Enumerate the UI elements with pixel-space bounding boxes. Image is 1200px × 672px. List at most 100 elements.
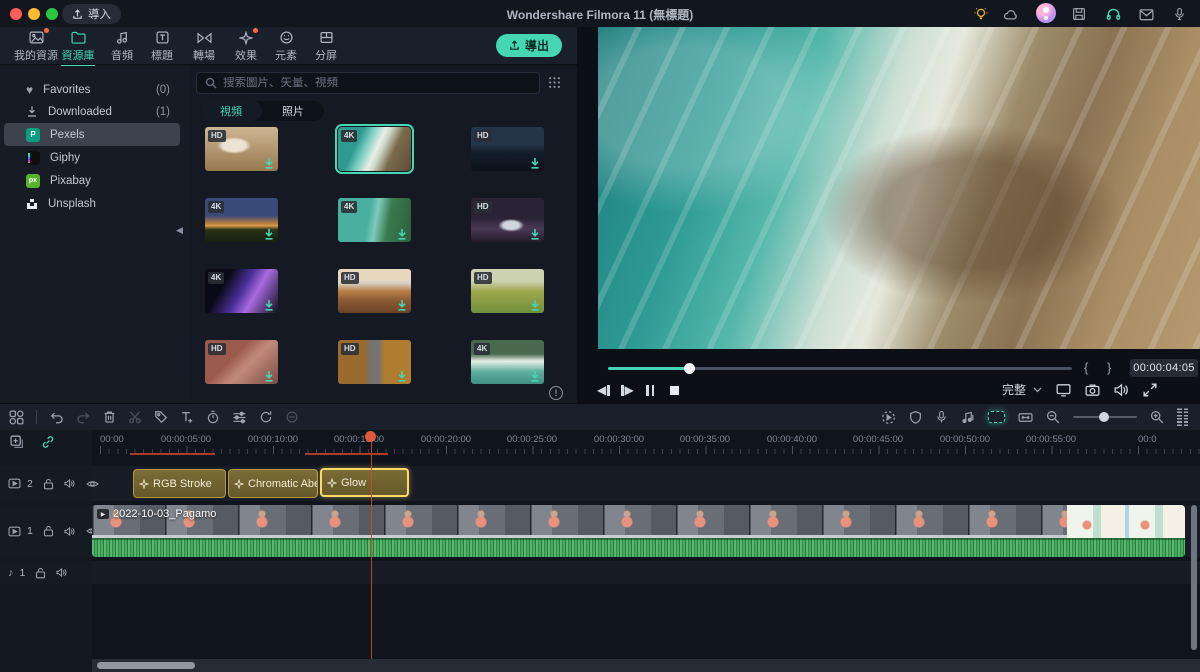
snapshot-camera-icon[interactable] — [1085, 383, 1100, 397]
stock-thumbnail-selected[interactable]: 4K — [338, 127, 411, 171]
sidebar-item-pexels[interactable]: P Pexels — [4, 123, 180, 146]
lock-icon[interactable] — [43, 478, 54, 490]
mute-speaker-icon[interactable] — [64, 478, 76, 489]
stock-thumbnail[interactable]: 4K — [205, 269, 278, 313]
tab-stock-media[interactable]: 資源庫 — [56, 30, 100, 64]
collapse-sidebar-arrow[interactable]: ◀ — [176, 225, 183, 236]
media-layout-icon[interactable] — [9, 410, 24, 425]
tab-split-screen[interactable]: 分屏 — [308, 30, 344, 64]
stock-thumbnail[interactable]: HD — [471, 127, 544, 171]
stock-thumbnail[interactable]: HD — [471, 269, 544, 313]
audio-mixer-icon[interactable] — [961, 410, 975, 424]
undo-icon[interactable] — [49, 411, 64, 424]
download-arrow-icon[interactable] — [264, 300, 274, 311]
render-preview-icon[interactable] — [881, 410, 896, 425]
link-clips-icon[interactable] — [41, 435, 55, 449]
timeline-ruler[interactable]: 00:00 00:00:05:00 00:00:10:00 00:00:15:0… — [92, 430, 1200, 455]
stock-thumbnail[interactable]: 4K — [205, 198, 278, 242]
mark-in-icon[interactable]: { — [1084, 360, 1088, 375]
fit-timeline-icon[interactable] — [1018, 411, 1033, 424]
download-arrow-icon[interactable] — [530, 158, 540, 169]
mute-speaker-icon[interactable] — [56, 567, 68, 578]
pause-button[interactable] — [646, 381, 654, 399]
mute-speaker-icon[interactable] — [64, 526, 76, 537]
stock-thumbnail[interactable]: 4K — [471, 340, 544, 384]
tab-videos[interactable]: 視頻 — [200, 101, 262, 121]
chroma-key-icon[interactable] — [285, 410, 299, 424]
speed-timer-icon[interactable] — [206, 410, 220, 424]
delete-trash-icon[interactable] — [103, 410, 116, 424]
adjust-sliders-icon[interactable] — [232, 411, 247, 424]
tab-transitions[interactable]: 轉場 — [186, 30, 222, 64]
tab-photos[interactable]: 照片 — [262, 101, 324, 121]
previous-frame-button[interactable]: ◀ — [597, 381, 610, 399]
timeline-zoom-slider[interactable] — [1073, 416, 1137, 418]
download-arrow-icon[interactable] — [397, 371, 407, 382]
search-bar[interactable] — [196, 72, 540, 94]
lock-icon[interactable] — [43, 525, 54, 537]
zoom-in-icon[interactable] — [1150, 410, 1164, 424]
preview-video[interactable] — [598, 27, 1200, 349]
download-arrow-icon[interactable] — [530, 371, 540, 382]
volume-icon[interactable] — [1114, 383, 1129, 397]
seek-bar[interactable] — [608, 367, 1072, 370]
effect-clip-rgb-stroke[interactable]: RGB Stroke — [133, 469, 226, 498]
auto-ripple-icon[interactable] — [988, 411, 1005, 423]
audio-meter-icon[interactable] — [1177, 408, 1188, 426]
redo-icon[interactable] — [76, 411, 91, 424]
sidebar-item-downloaded[interactable]: Downloaded (1) — [4, 100, 180, 123]
download-arrow-icon[interactable] — [397, 300, 407, 311]
horizontal-scrollbar-thumb[interactable] — [97, 662, 195, 669]
export-button[interactable]: 導出 — [496, 34, 562, 57]
lock-icon[interactable] — [35, 567, 46, 579]
playhead-line[interactable] — [371, 432, 372, 666]
info-icon[interactable]: ! — [549, 386, 563, 400]
crop-rotate-icon[interactable] — [259, 410, 273, 424]
add-text-icon[interactable] — [180, 410, 194, 424]
fit-mode-dropdown[interactable]: 完整 — [1002, 381, 1042, 398]
download-arrow-icon[interactable] — [264, 158, 274, 169]
effect-clip-chromatic[interactable]: Chromatic Aber — [228, 469, 318, 498]
voiceover-mic-icon[interactable] — [935, 410, 948, 424]
audio-track-lane[interactable] — [92, 561, 1200, 584]
download-arrow-icon[interactable] — [530, 229, 540, 240]
sidebar-item-pixabay[interactable]: px Pixabay — [4, 169, 180, 192]
support-headset-icon[interactable] — [1104, 5, 1122, 23]
zoom-slider-knob[interactable] — [1099, 412, 1109, 422]
cloud-icon[interactable] — [1001, 5, 1019, 23]
split-scissors-icon[interactable] — [128, 410, 142, 424]
hide-eye-icon[interactable] — [86, 479, 99, 489]
video-clip[interactable]: ▶ 2022-10-03_Pagamo — [92, 505, 1185, 557]
effect-clip-glow[interactable]: Glow — [320, 468, 409, 497]
mark-out-icon[interactable]: } — [1107, 360, 1111, 375]
shield-icon[interactable] — [909, 410, 922, 424]
tab-audio[interactable]: 音頻 — [104, 30, 140, 64]
fullscreen-icon[interactable] — [1143, 383, 1157, 397]
search-input[interactable] — [223, 77, 531, 89]
sidebar-item-favorites[interactable]: ♥ Favorites (0) — [4, 78, 180, 101]
save-project-icon[interactable] — [1070, 5, 1088, 23]
stock-thumbnail[interactable]: HD — [471, 198, 544, 242]
feedback-mail-icon[interactable] — [1137, 5, 1155, 23]
add-track-icon[interactable] — [10, 435, 25, 449]
playhead-handle[interactable] — [365, 431, 376, 442]
display-device-icon[interactable] — [1056, 383, 1071, 397]
zoom-out-icon[interactable] — [1046, 410, 1060, 424]
marker-tag-icon[interactable] — [154, 410, 168, 424]
sidebar-item-giphy[interactable]: Giphy — [4, 146, 180, 169]
vertical-scrollbar-thumb[interactable] — [1191, 505, 1197, 650]
stock-thumbnail[interactable]: HD — [205, 127, 278, 171]
play-button[interactable]: ▶ — [621, 381, 634, 399]
download-arrow-icon[interactable] — [397, 229, 407, 240]
stop-button[interactable] — [670, 381, 679, 399]
tab-titles[interactable]: 標題 — [144, 30, 180, 64]
download-arrow-icon[interactable] — [264, 371, 274, 382]
record-mic-icon[interactable] — [1170, 5, 1188, 23]
view-options-grid-icon[interactable] — [548, 76, 561, 89]
download-arrow-icon[interactable] — [264, 229, 274, 240]
seek-handle[interactable] — [684, 363, 695, 374]
tab-effects[interactable]: 效果 — [228, 30, 264, 64]
stock-thumbnail[interactable]: HD — [338, 269, 411, 313]
account-avatar[interactable] — [1036, 3, 1056, 23]
stock-thumbnail[interactable]: HD — [338, 340, 411, 384]
